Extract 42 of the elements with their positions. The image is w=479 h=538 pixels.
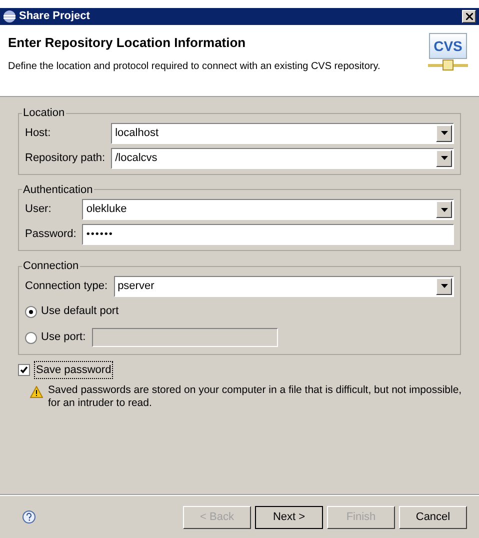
field-value: /localcvs <box>115 150 158 166</box>
window-title: Share Project <box>19 9 91 24</box>
field-value: pserver <box>118 278 156 294</box>
field-label: User: <box>25 202 52 218</box>
dropdown-button[interactable] <box>436 124 452 142</box>
warning-message: Saved passwords are stored on your computer in a file that is difficult, but not impossible, for an intruder to read. <box>48 384 463 410</box>
combo-box[interactable]: pserver <box>114 276 454 296</box>
eclipse-icon <box>3 10 16 23</box>
caret-icon <box>440 131 448 135</box>
field-value: •••••• <box>86 228 114 242</box>
group-title: Location <box>22 106 66 121</box>
caret-icon <box>440 284 448 288</box>
checkbox[interactable] <box>18 364 30 376</box>
page-description: Define the location and protocol required to connect with an existing CVS repository. <box>8 60 382 74</box>
radio-button[interactable] <box>25 306 37 318</box>
wizard-button[interactable]: Next > <box>255 506 323 528</box>
wizard-button[interactable]: Cancel <box>399 506 467 528</box>
field-label: Connection type: <box>25 278 109 294</box>
radio-label: Use default port <box>41 304 120 320</box>
caret-icon <box>440 156 448 160</box>
caret-icon <box>440 208 448 212</box>
dropdown-button[interactable] <box>436 278 452 294</box>
close-button[interactable] <box>462 10 476 23</box>
help-icon[interactable] <box>22 510 36 524</box>
warning-icon <box>30 386 43 398</box>
radio-label: Use port: <box>41 330 87 346</box>
dropdown-button[interactable] <box>436 150 452 166</box>
field-value: olekluke <box>86 202 128 218</box>
combo-box[interactable]: /localcvs <box>111 148 454 168</box>
combo-box[interactable]: olekluke <box>82 199 454 220</box>
field-label: Host: <box>25 126 52 141</box>
field-label: Password: <box>25 227 78 242</box>
group-title: Connection <box>22 259 80 274</box>
field-label: Repository path: <box>25 150 106 166</box>
page-title: Enter Repository Location Information <box>8 34 247 52</box>
group-title: Authentication <box>22 182 94 198</box>
dropdown-button[interactable] <box>436 201 452 218</box>
checkbox-label: Save password <box>34 360 114 379</box>
close-icon <box>466 13 472 20</box>
password-field[interactable]: •••••• <box>82 224 454 245</box>
combo-box[interactable]: localhost <box>111 122 454 144</box>
field-value: localhost <box>115 126 160 141</box>
